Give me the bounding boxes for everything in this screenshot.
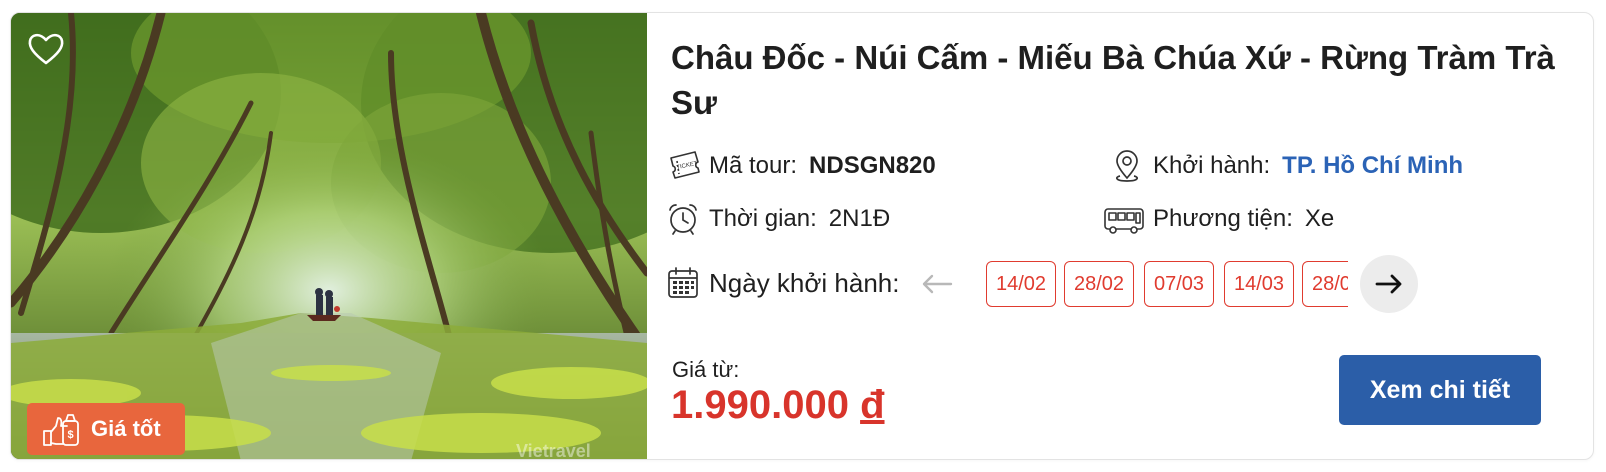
transport-label: Phương tiện:	[1153, 205, 1293, 232]
date-chip[interactable]: 07/03	[1144, 261, 1214, 307]
tour-code-label: Mã tour:	[709, 152, 798, 179]
watermark-logo: Vietravel	[516, 441, 591, 460]
location-pin-icon	[1116, 150, 1138, 182]
tour-info: Châu Đốc - Núi Cấm - Miếu Bà Chúa Xứ - R…	[647, 13, 1593, 459]
ticket-icon: TICKET	[670, 151, 700, 179]
departure-label: Khởi hành:	[1153, 152, 1271, 179]
price-currency: đ	[860, 383, 885, 427]
date-chip[interactable]: 28/02	[1064, 261, 1134, 307]
transport-value: Xe	[1304, 205, 1335, 232]
arrow-left-icon[interactable]	[917, 269, 957, 299]
tour-code-row: TICKET Mã tour: NDSGN820	[665, 148, 936, 184]
price-amount: 1.990.000	[671, 383, 849, 427]
duration-label: Thời gian:	[709, 205, 817, 232]
badge-label: Giá tốt	[91, 416, 161, 441]
svg-text:$: $	[67, 429, 73, 441]
calendar-icon	[668, 267, 698, 298]
date-chip[interactable]: 14/02	[986, 261, 1056, 307]
departure-row: Khởi hành: TP. Hồ Chí Minh	[1109, 148, 1463, 184]
tour-title[interactable]: Châu Đốc - Núi Cấm - Miếu Bà Chúa Xứ - R…	[671, 35, 1571, 125]
next-dates-button[interactable]	[1360, 255, 1418, 313]
transport-row: Phương tiện: Xe	[1103, 201, 1334, 237]
view-details-button[interactable]: Xem chi tiết	[1339, 355, 1541, 425]
price-label: Giá từ:	[672, 357, 740, 382]
alarm-clock-icon	[669, 204, 697, 235]
arrow-right-icon	[1375, 274, 1402, 294]
tour-photo[interactable]: $ Giá tốt Vietravel	[11, 13, 647, 460]
heart-icon[interactable]	[27, 31, 65, 67]
date-chip[interactable]: 14/03	[1224, 261, 1294, 307]
duration-row: Thời gian: 2N1Đ	[665, 201, 890, 237]
svg-text:TICKET: TICKET	[676, 161, 698, 171]
tour-image	[11, 13, 647, 459]
price-value: 1.990.000 đ	[671, 383, 885, 428]
date-chip-list: 14/02 28/02 07/03 14/03 28/03	[986, 261, 1348, 309]
bus-icon	[1104, 208, 1144, 234]
date-chip[interactable]: 28/03	[1302, 261, 1348, 307]
departure-dates-label: Ngày khởi hành:	[709, 267, 900, 298]
tour-code-value: NDSGN820	[809, 152, 936, 179]
tour-card: $ Giá tốt Vietravel Châu Đốc - Núi Cấm -…	[10, 12, 1594, 460]
thumbs-up-money-icon: $	[43, 414, 79, 446]
departure-value: TP. Hồ Chí Minh	[1282, 152, 1464, 179]
best-price-badge: $ Giá tốt	[27, 403, 185, 455]
duration-value: 2N1Đ	[828, 205, 891, 232]
departure-dates-row: Ngày khởi hành:	[665, 265, 900, 301]
